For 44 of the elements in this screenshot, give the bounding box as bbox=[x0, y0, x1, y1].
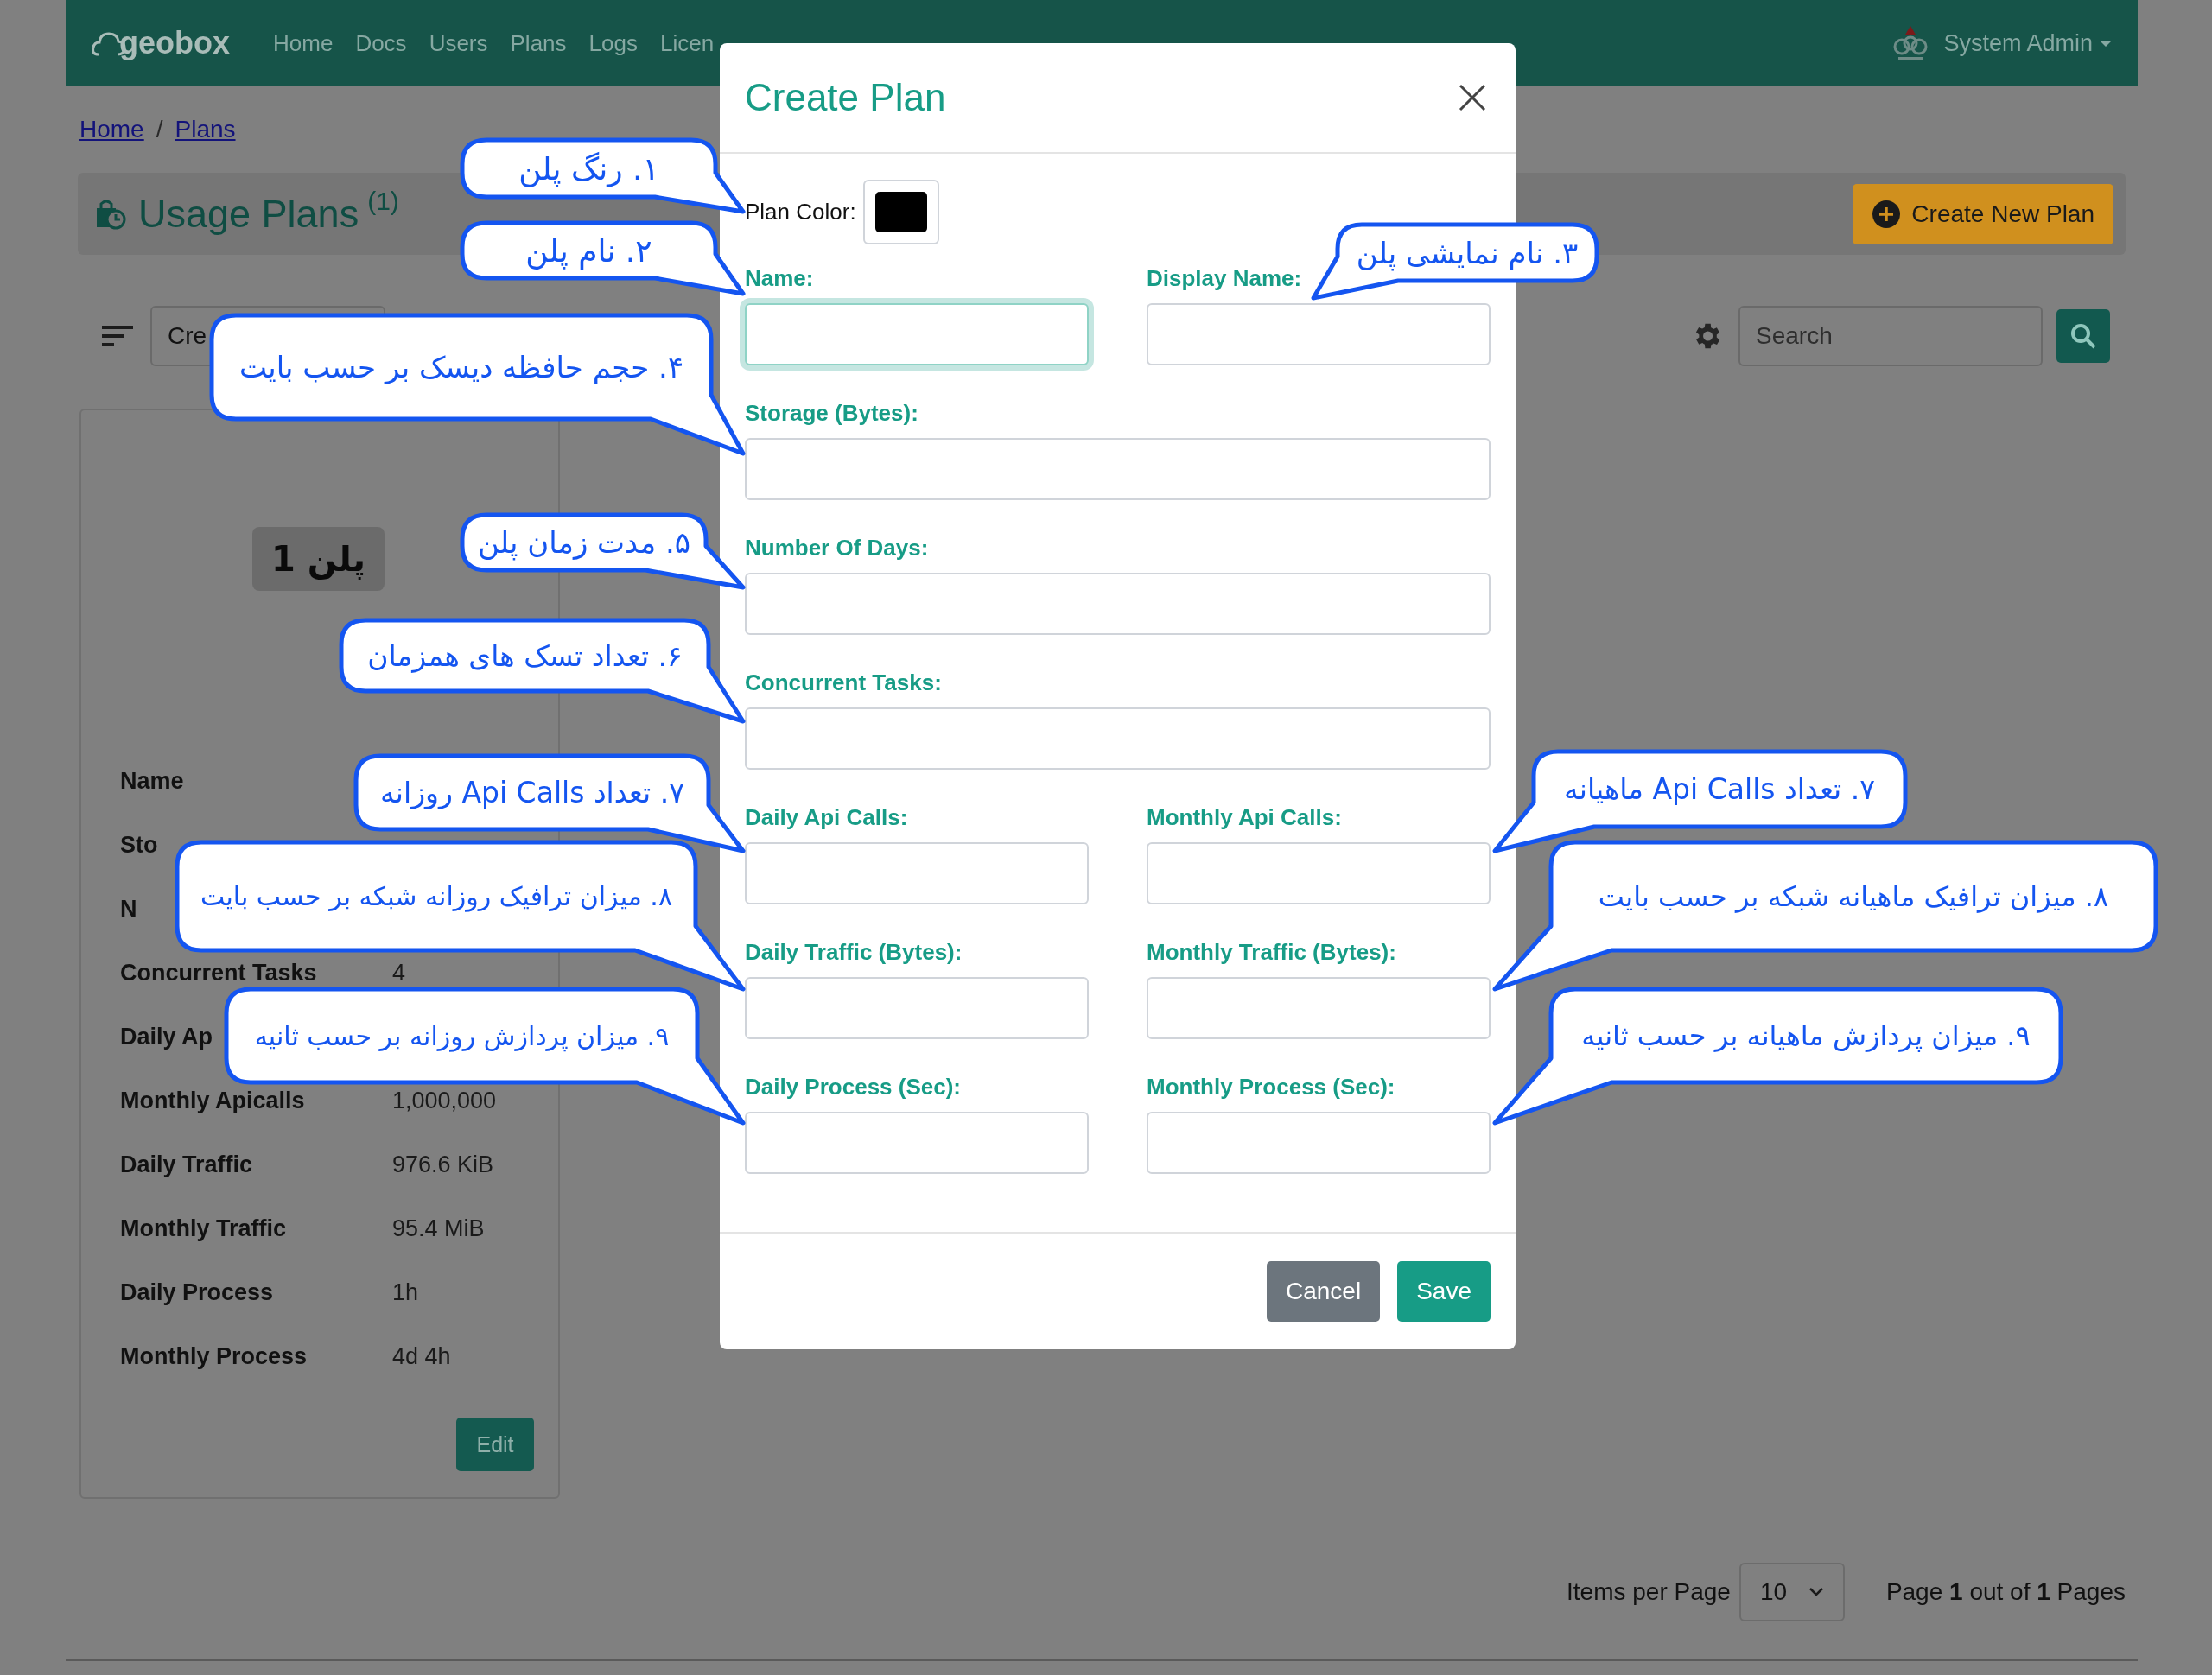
field-label: Name: bbox=[745, 264, 815, 293]
page-title: Usage Plans (1) bbox=[138, 191, 399, 237]
annotation-tooltip: ۲. نام پلن bbox=[459, 219, 747, 297]
field-label: Storage (Bytes): bbox=[745, 399, 919, 428]
row-value: 976.6 KiB bbox=[392, 1151, 495, 1178]
annotation-tooltip: ۷. تعداد Api Calls ماهیانه bbox=[1491, 748, 1909, 854]
field-label: Monthly Api Calls: bbox=[1147, 803, 1343, 832]
row-label: Name bbox=[120, 767, 184, 795]
page-info: Page 1 out of 1 Pages bbox=[1885, 1578, 2126, 1606]
field-label: Number Of Days: bbox=[745, 534, 930, 562]
annotation-tooltip: ۸. میزان ترافیک ماهیانه شبکه بر حسب بایت bbox=[1491, 839, 2159, 993]
breadcrumb-separator: / bbox=[156, 116, 163, 143]
field-label: Display Name: bbox=[1147, 264, 1303, 293]
field-label: Monthly Traffic (Bytes): bbox=[1147, 938, 1397, 967]
field-label: Daily Process (Sec): bbox=[745, 1073, 962, 1101]
row-value: 4 bbox=[392, 959, 407, 987]
row-value: 4d 4h bbox=[392, 1342, 452, 1370]
plan-color-label: Plan Color: bbox=[745, 199, 856, 225]
plan-badge: پلن 1 bbox=[251, 527, 385, 591]
field-label: Daily Traffic (Bytes): bbox=[745, 938, 963, 967]
dialog-title: Create Plan bbox=[745, 76, 946, 119]
row-label: Concurrent Tasks bbox=[120, 959, 317, 987]
row-label: Daily Process bbox=[120, 1278, 274, 1306]
row-label: Daily Traffic bbox=[120, 1151, 253, 1178]
field-label: Monthly Process (Sec): bbox=[1147, 1073, 1396, 1101]
row-value: 1h bbox=[392, 1278, 420, 1306]
annotation-tooltip: ۱. رنگ پلن bbox=[459, 136, 747, 215]
row-value: 1,000,000 bbox=[392, 1087, 498, 1114]
items-per-page-label: Items per Page bbox=[1567, 1578, 1731, 1606]
annotation-tooltip: ۳. نام نمایشی پلن bbox=[1310, 221, 1600, 301]
annotation-tooltip: ۵. مدت زمان پلن bbox=[459, 511, 747, 591]
row-label: Monthly Traffic bbox=[120, 1215, 286, 1242]
row-label: Sto bbox=[120, 831, 158, 859]
annotation-tooltip: ۷. تعداد Api Calls روزانه bbox=[353, 752, 747, 854]
annotation-tooltip: ۴. حجم حافظه دیسک بر حسب بایت bbox=[208, 312, 747, 457]
row-label: Monthly Apicalls bbox=[120, 1087, 305, 1114]
row-label: Daily Ap bbox=[120, 1023, 213, 1050]
row-value: 95.4 MiB bbox=[392, 1215, 486, 1242]
annotation-tooltip: ۹. میزان پردازش ماهیانه بر حسب ثانیه bbox=[1491, 986, 2064, 1126]
annotation-tooltip: ۶. تعداد تسک های همزمان bbox=[338, 617, 747, 725]
row-label: Monthly Process bbox=[120, 1342, 308, 1370]
field-label: Daily Api Calls: bbox=[745, 803, 909, 832]
field-label: Concurrent Tasks: bbox=[745, 669, 943, 697]
row-label: N bbox=[120, 895, 137, 923]
